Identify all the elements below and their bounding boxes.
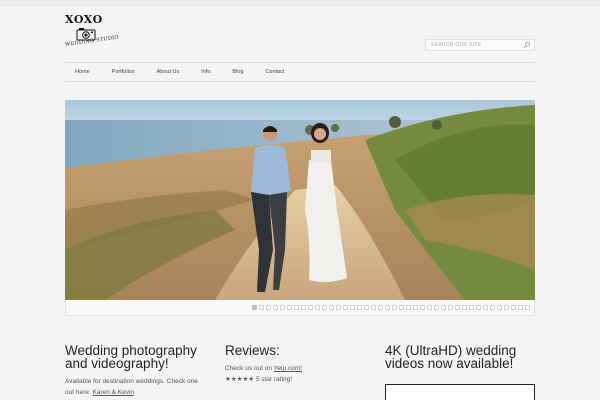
search-box xyxy=(425,39,535,51)
slider-dot[interactable] xyxy=(322,305,327,310)
slider-dot[interactable] xyxy=(315,305,320,310)
slider-dot[interactable] xyxy=(392,305,397,310)
slider-dot[interactable] xyxy=(252,305,257,310)
logo-title: XOXO xyxy=(65,13,103,26)
hero-photo xyxy=(65,100,535,300)
video-embed[interactable] xyxy=(385,384,535,400)
reviews-text-prefix: Check us out on xyxy=(225,365,274,372)
slider-dot[interactable] xyxy=(280,305,285,310)
search-icon[interactable] xyxy=(523,41,531,49)
slider-dot[interactable] xyxy=(511,305,516,310)
slider-dot[interactable] xyxy=(357,305,362,310)
nav-portfolios[interactable]: Portfolios xyxy=(112,69,135,75)
slider-dot[interactable] xyxy=(364,305,369,310)
slider-dot[interactable] xyxy=(308,305,313,310)
reviews-heading: Reviews: xyxy=(225,343,280,358)
slider-dot[interactable] xyxy=(497,305,502,310)
slider-dot[interactable] xyxy=(378,305,383,310)
search-input[interactable] xyxy=(426,40,521,50)
top-strip xyxy=(0,0,600,6)
karen-kevin-link[interactable]: Karen & Kevin xyxy=(92,389,134,396)
slider-dot[interactable] xyxy=(483,305,488,310)
yelp-link[interactable]: Yelp.com! xyxy=(274,365,302,372)
intro-text-line1: Available for destination weddings. Chec… xyxy=(65,378,198,385)
slider-pagination xyxy=(65,300,535,316)
star-rating: ★★★★★ 5 star rating! xyxy=(225,376,293,383)
site-logo[interactable]: XOXO WEDDING STUDIO xyxy=(65,13,125,55)
slider-dot[interactable] xyxy=(413,305,418,310)
intro-text-prefix: out here: xyxy=(65,389,93,396)
slider-dot[interactable] xyxy=(294,305,299,310)
intro-text: Available for destination weddings. Chec… xyxy=(65,376,215,398)
slider-dot[interactable] xyxy=(343,305,348,310)
video-heading-line2: videos now available! xyxy=(385,356,514,371)
slider-dot[interactable] xyxy=(259,305,264,310)
video-column: 4K (UltraHD) wedding videos now availabl… xyxy=(385,344,535,371)
slider-dot[interactable] xyxy=(525,305,530,310)
nav-blog[interactable]: Blog xyxy=(232,69,243,75)
nav-info[interactable]: Info xyxy=(201,69,210,75)
slider-dot[interactable] xyxy=(273,305,278,310)
slider-dot[interactable] xyxy=(504,305,509,310)
slider-dot[interactable] xyxy=(455,305,460,310)
slider-dot[interactable] xyxy=(427,305,432,310)
slider-dot[interactable] xyxy=(371,305,376,310)
reviews-text: Check us out on Yelp.com! ★★★★★ 5 star r… xyxy=(225,363,365,385)
slider-dot[interactable] xyxy=(385,305,390,310)
intro-column: Wedding photography and videography! Ava… xyxy=(65,344,215,398)
slider-dot[interactable] xyxy=(399,305,404,310)
slider-dot[interactable] xyxy=(329,305,334,310)
slider-dot[interactable] xyxy=(469,305,474,310)
intro-heading: Wedding photography and videography! xyxy=(65,344,215,371)
hero-slider[interactable] xyxy=(65,100,535,300)
slider-dot[interactable] xyxy=(301,305,306,310)
nav-home[interactable]: Home xyxy=(75,69,90,75)
slider-dot[interactable] xyxy=(462,305,467,310)
intro-heading-line2: and videography! xyxy=(65,356,169,371)
slider-dot[interactable] xyxy=(434,305,439,310)
reviews-column: Reviews: Check us out on Yelp.com! ★★★★★… xyxy=(225,344,365,385)
video-heading: 4K (UltraHD) wedding videos now availabl… xyxy=(385,344,535,371)
slider-dot[interactable] xyxy=(490,305,495,310)
slider-dot[interactable] xyxy=(476,305,481,310)
slider-dot[interactable] xyxy=(406,305,411,310)
nav-contact[interactable]: Contact xyxy=(265,69,284,75)
slider-dot[interactable] xyxy=(441,305,446,310)
slider-dot[interactable] xyxy=(266,305,271,310)
nav-about-us[interactable]: About Us xyxy=(157,69,180,75)
slider-dot[interactable] xyxy=(336,305,341,310)
slider-dot[interactable] xyxy=(350,305,355,310)
slider-dot[interactable] xyxy=(448,305,453,310)
slider-dot[interactable] xyxy=(420,305,425,310)
main-nav: Home Portfolios About Us Info Blog Conta… xyxy=(65,62,535,82)
slider-dot[interactable] xyxy=(518,305,523,310)
slider-dot[interactable] xyxy=(287,305,292,310)
